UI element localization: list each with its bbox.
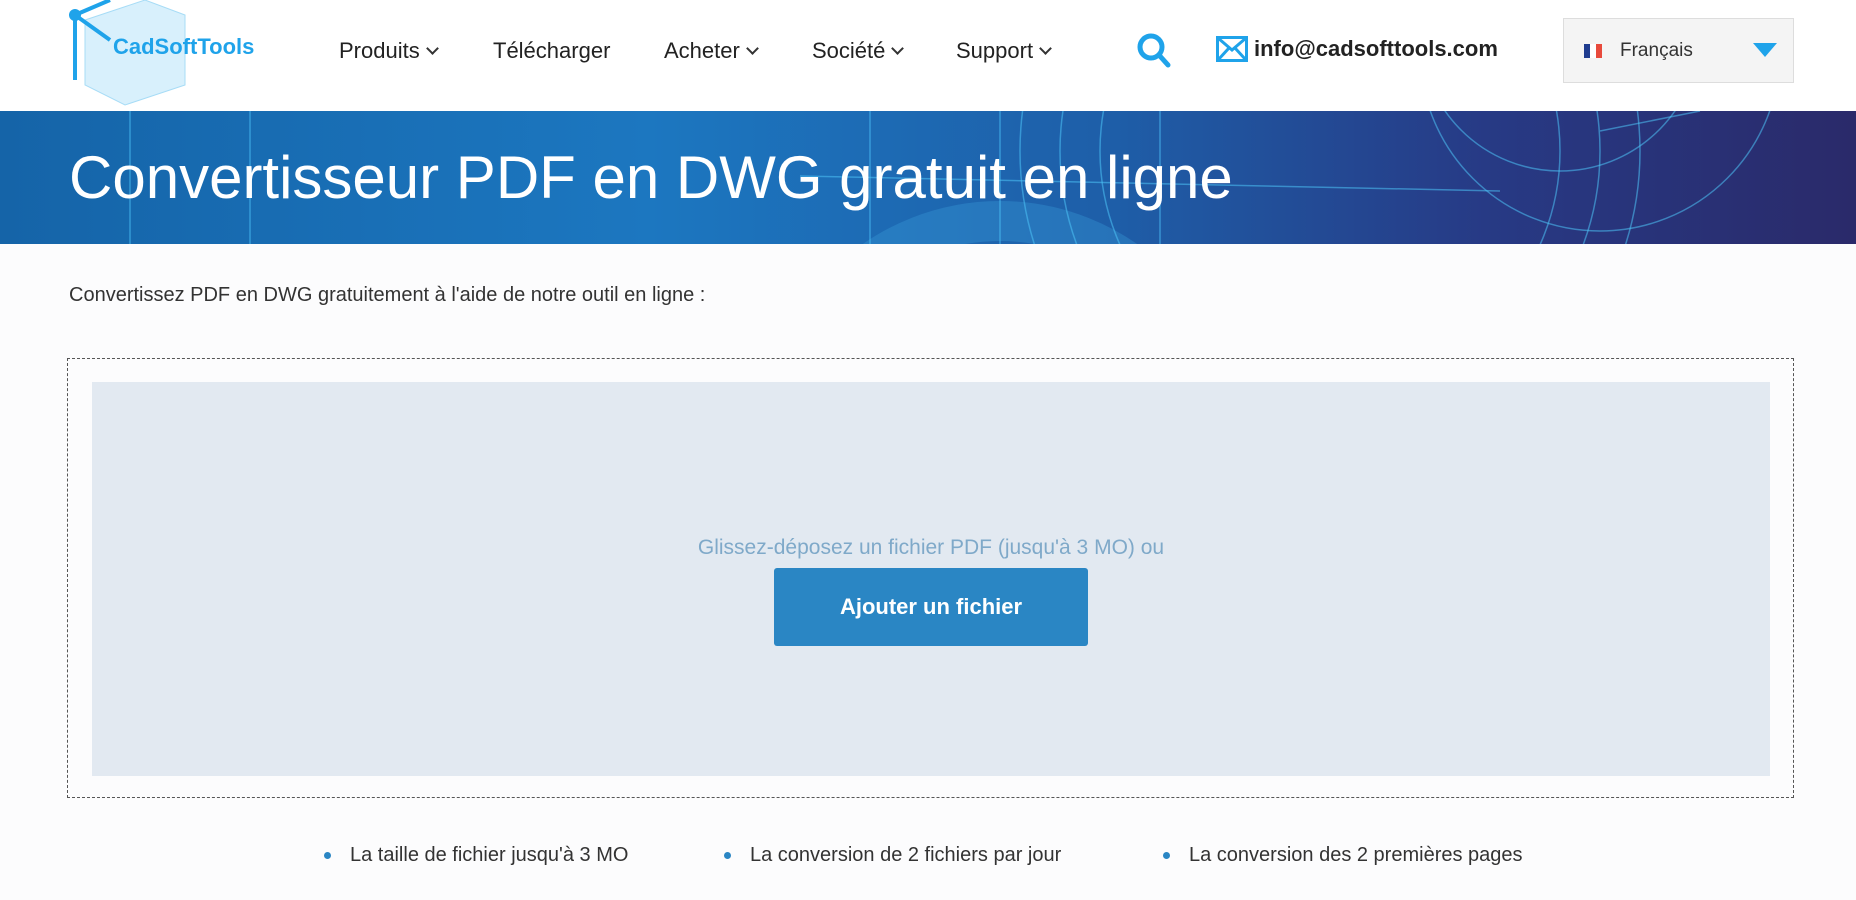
dropzone-instructions: Glissez-déposez un fichier PDF (jusqu'à … [92,536,1770,560]
language-select[interactable]: Français [1563,18,1794,83]
intro-text: Convertissez PDF en DWG gratuitement à l… [69,284,705,307]
feature-item: La conversion des 2 premières pages [1163,844,1523,867]
bullet-icon [724,852,731,859]
bullet-icon [324,852,331,859]
hero-banner: Convertisseur PDF en DWG gratuit en lign… [0,111,1856,244]
nav-acheter[interactable]: Acheter [664,38,757,64]
chevron-down-icon [746,42,759,55]
page-title: Convertisseur PDF en DWG gratuit en lign… [69,143,1233,212]
search-icon[interactable] [1136,32,1172,73]
feature-item: La taille de fichier jusqu'à 3 MO [324,844,628,867]
logo[interactable]: CadSoftTools [65,0,245,109]
chevron-down-icon [892,42,905,55]
chevron-down-icon [426,42,439,55]
envelope-icon [1216,36,1248,62]
chevron-down-icon [1039,42,1052,55]
bullet-icon [1163,852,1170,859]
nav-telecharger[interactable]: Télécharger [493,38,610,64]
add-file-button[interactable]: Ajouter un fichier [774,568,1088,646]
dropdown-triangle-icon [1753,43,1777,57]
dropzone-area[interactable]: Glissez-déposez un fichier PDF (jusqu'à … [92,382,1770,776]
feature-item: La conversion de 2 fichiers par jour [724,844,1061,867]
nav-societe[interactable]: Société [812,38,902,64]
nav-support[interactable]: Support [956,38,1050,64]
french-flag-icon [1584,44,1602,58]
file-dropzone[interactable]: Glissez-déposez un fichier PDF (jusqu'à … [67,358,1794,798]
nav-produits[interactable]: Produits [339,38,437,64]
email-link[interactable]: info@cadsofttools.com [1216,36,1498,62]
site-header: CadSoftTools Produits Télécharger Achete… [0,0,1856,111]
